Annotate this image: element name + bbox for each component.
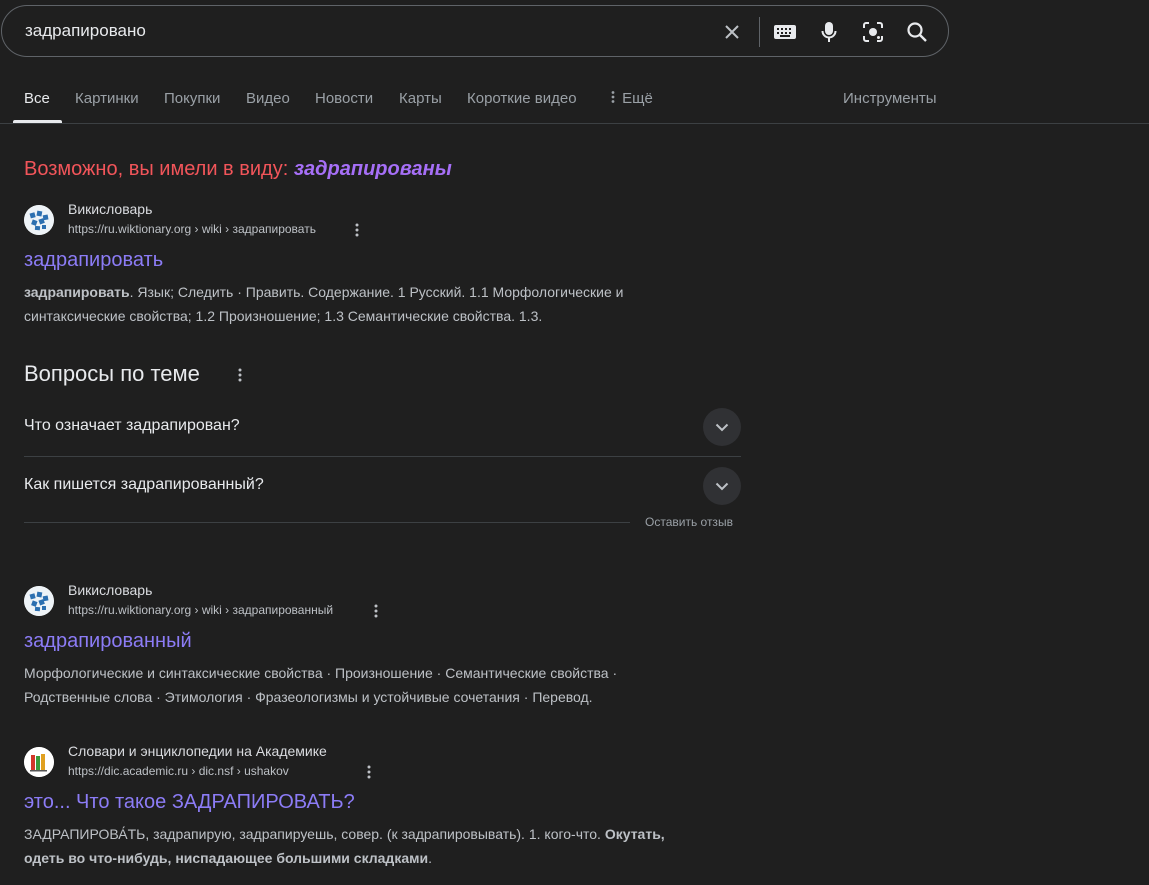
result-title-link[interactable]: задрапировать [24, 249, 163, 272]
result-site-name[interactable]: Словари и энциклопедии на Академике [68, 743, 327, 759]
tab-more[interactable]: Ещё [608, 90, 653, 107]
microphone-icon[interactable] [815, 18, 843, 46]
search-result: Викисловарь https://ru.wiktionary.org › … [24, 582, 744, 712]
snippet-line: Морфологические и синтаксические свойств… [24, 665, 618, 681]
result-site-name[interactable]: Викисловарь [68, 582, 152, 598]
result-url[interactable]: https://ru.wiktionary.org › wiki › задра… [68, 222, 316, 236]
search-input[interactable]: задрапировано [25, 21, 146, 41]
search-icon[interactable] [903, 18, 931, 46]
wiktionary-favicon-icon [24, 205, 54, 235]
paa-question[interactable]: Как пишется задрапированный? [24, 457, 741, 515]
more-options-icon[interactable] [361, 763, 377, 781]
paa-question-text: Что означает задрапирован? [24, 417, 240, 434]
tab-more-label: Ещё [622, 90, 653, 107]
paa-question[interactable]: Что означает задрапирован? [24, 398, 741, 456]
result-url[interactable]: https://ru.wiktionary.org › wiki › задра… [68, 603, 333, 617]
result-title-link[interactable]: задрапированный [24, 630, 192, 653]
wiktionary-favicon-icon [24, 586, 54, 616]
did-you-mean-suggestion[interactable]: задрапированы [294, 158, 452, 180]
feedback-link[interactable]: Оставить отзыв [645, 515, 733, 529]
did-you-mean-prefix: Возможно, вы имели в виду: [24, 158, 289, 180]
snippet-line: . [428, 850, 432, 866]
paa-more-options-icon[interactable] [232, 366, 248, 384]
paa-question-text: Как пишется задрапированный? [24, 476, 264, 493]
result-site-name[interactable]: Викисловарь [68, 201, 152, 217]
tab-all[interactable]: Все [24, 90, 50, 107]
snippet-line: . Язык; Следить · Править. Содержание. 1… [129, 284, 624, 300]
tab-short-videos[interactable]: Короткие видео [467, 90, 577, 107]
snippet-line: ЗАДРАПИРОВА́ТЬ, задрапирую, задрапируешь… [24, 826, 605, 842]
search-bar[interactable]: задрапировано [1, 5, 949, 57]
result-snippet: ЗАДРАПИРОВА́ТЬ, задрапирую, задрапируешь… [24, 822, 744, 870]
snippet-line: синтаксические свойства; 1.2 Произношени… [24, 308, 543, 324]
snippet-highlight: Окутать, [604, 826, 665, 842]
chevron-down-icon[interactable] [703, 408, 741, 446]
tab-videos[interactable]: Видео [246, 90, 290, 107]
snippet-line: Родственные слова · Этимология · Фразеол… [24, 689, 593, 705]
result-url[interactable]: https://dic.academic.ru › dic.nsf › usha… [68, 764, 289, 778]
paa-divider [24, 522, 630, 523]
clear-icon[interactable] [718, 18, 746, 46]
paa-heading: Вопросы по теме [24, 361, 200, 386]
more-options-icon[interactable] [368, 602, 384, 620]
academic-favicon-icon [24, 747, 54, 777]
keyboard-icon[interactable] [771, 18, 799, 46]
more-vert-icon [611, 91, 615, 103]
chevron-down-icon[interactable] [703, 467, 741, 505]
lens-icon[interactable] [859, 18, 887, 46]
did-you-mean: Возможно, вы имели в виду: задрапированы [24, 158, 452, 181]
search-divider [759, 17, 760, 47]
search-result: Словари и энциклопедии на Академике http… [24, 743, 744, 873]
result-snippet: Морфологические и синтаксические свойств… [24, 661, 724, 709]
active-tab-indicator [13, 120, 62, 123]
more-options-icon[interactable] [349, 221, 365, 239]
tools-button[interactable]: Инструменты [843, 90, 937, 107]
snippet-highlight: одеть во что-нибудь, ниспадающее большим… [24, 850, 429, 866]
result-title-link[interactable]: это... Что такое ЗАДРАПИРОВАТЬ? [24, 791, 355, 814]
search-results-page: задрапировано Все Картинки Покупки Видео… [0, 0, 1149, 885]
snippet-highlight: задрапировать [24, 284, 130, 300]
tab-images[interactable]: Картинки [75, 90, 139, 107]
tab-shopping[interactable]: Покупки [164, 90, 220, 107]
tab-maps[interactable]: Карты [399, 90, 442, 107]
result-snippet: задрапировать. Язык; Следить · Править. … [24, 280, 724, 328]
search-result: Викисловарь https://ru.wiktionary.org › … [24, 201, 744, 331]
search-tabs: Все Картинки Покупки Видео Новости Карты… [0, 80, 1149, 124]
tab-news[interactable]: Новости [315, 90, 373, 107]
